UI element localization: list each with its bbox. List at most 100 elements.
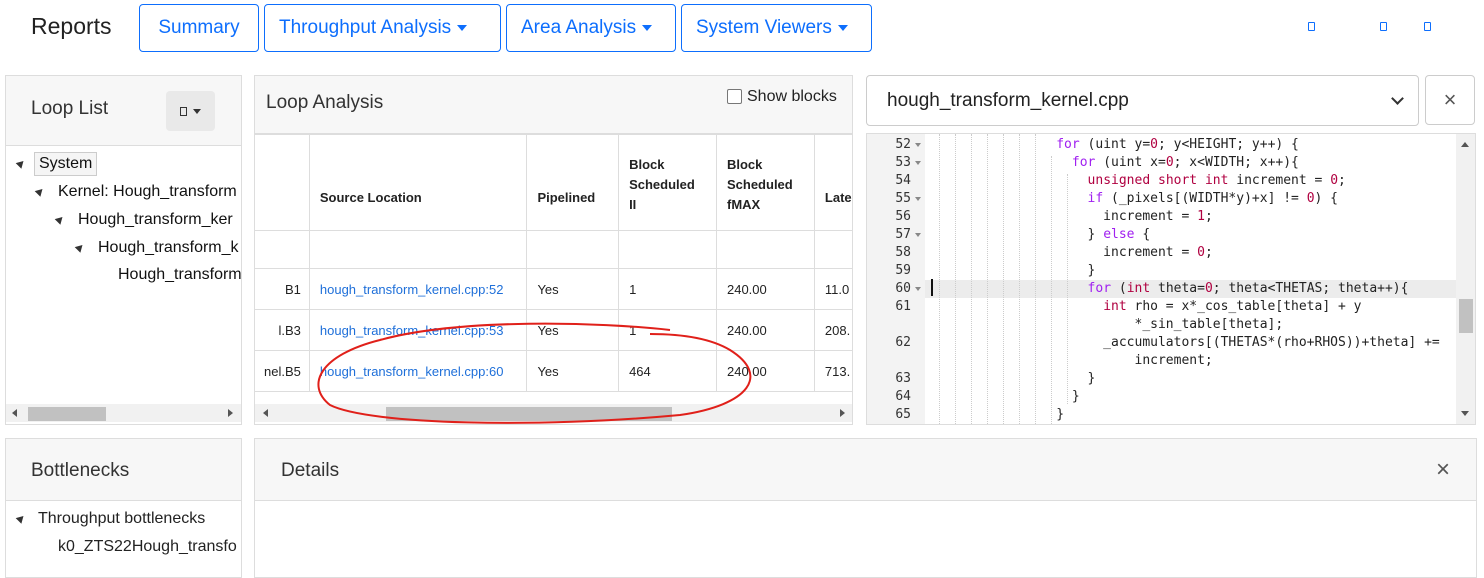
fold-icon[interactable] (915, 161, 921, 165)
editor-close-button[interactable]: × (1425, 75, 1475, 125)
line-number: 59 (895, 263, 911, 278)
fold-icon[interactable] (915, 197, 921, 201)
filter-cell (813, 230, 852, 269)
line-number: 62 (895, 335, 911, 350)
code-line-62: _accumulators[(THETAS*(rho+RHOS))+theta]… (931, 335, 1440, 350)
throughput-analysis-label: Throughput Analysis (279, 17, 452, 38)
code-line-54: unsigned short int increment = 0; (1087, 173, 1346, 188)
col-header-source[interactable]: Source Location (308, 134, 528, 231)
filter-cell (715, 230, 815, 269)
col-header-name[interactable] (255, 134, 310, 231)
throughput-analysis-dropdown[interactable]: Throughput Analysis (264, 4, 501, 52)
fold-icon[interactable] (915, 287, 921, 291)
code-line-62-wrap: increment; (931, 353, 1213, 368)
col-header-pipelined[interactable]: Pipelined (526, 134, 620, 231)
scroll-thumb[interactable] (1459, 299, 1473, 333)
layout-icon-1[interactable] (1308, 22, 1315, 31)
layout-icon-2[interactable] (1380, 22, 1387, 31)
scroll-down-icon[interactable] (1461, 411, 1469, 416)
bottlenecks-panel: Bottlenecks Throughput bottlenecks k0_ZT… (5, 438, 242, 578)
table-header-row: Source Location Pipelined Block Scheduled… (255, 134, 852, 231)
expand-icon (74, 242, 86, 253)
fold-icon[interactable] (915, 143, 921, 147)
tree-node-bottleneck-kernel[interactable]: k0_ZTS22Hough_transfo (58, 538, 237, 556)
table-row[interactable]: B1 hough_transform_kernel.cpp:52 Yes 1 2… (255, 268, 852, 310)
tree-node-loop-2[interactable]: Hough_transform_k (98, 239, 239, 257)
tree-node-loop-3[interactable]: Hough_transform (118, 266, 241, 284)
line-number: 60 (895, 281, 911, 296)
loop-list-hscrollbar[interactable] (6, 404, 241, 422)
fmax-h1: Block (726, 156, 763, 172)
scroll-up-icon[interactable] (1461, 142, 1469, 147)
col-header-fmax[interactable]: Block Scheduled fMAX (715, 134, 815, 231)
show-blocks-checkbox[interactable] (727, 89, 742, 104)
fold-icon[interactable] (915, 233, 921, 237)
tree-node-throughput-bottlenecks[interactable]: Throughput bottlenecks (38, 510, 205, 528)
line-number: 64 (895, 389, 911, 404)
filter-cell (308, 230, 528, 269)
file-select-dropdown[interactable]: hough_transform_kernel.cpp (866, 75, 1419, 126)
line-number: 53 (895, 155, 911, 170)
line-number: 55 (895, 191, 911, 206)
code-line-61: int rho = x*_cos_table[theta] + y (1103, 299, 1362, 314)
col-header-latency[interactable]: Late (813, 134, 852, 231)
source-link[interactable]: hough_transform_kernel.cpp:52 (308, 268, 528, 310)
caret-down-icon (457, 24, 468, 31)
filter-row (255, 230, 852, 269)
scroll-left-icon[interactable] (12, 409, 17, 417)
line-number: 52 (895, 137, 911, 152)
bottlenecks-header: Bottlenecks (6, 439, 241, 501)
pipelined-cell: Yes (526, 268, 620, 310)
tree-node-system[interactable]: System (34, 152, 98, 176)
layout-icon-3[interactable] (1424, 22, 1431, 31)
area-analysis-dropdown[interactable]: Area Analysis (506, 4, 676, 52)
loop-list-header: Loop List (6, 76, 241, 146)
fmax-h2: Scheduled (726, 176, 793, 192)
scroll-thumb[interactable] (28, 407, 106, 421)
details-header: Details × (255, 439, 1476, 501)
col-header-ii[interactable]: Block Scheduled II (618, 134, 717, 231)
line-number: 56 (895, 209, 911, 224)
scroll-left-icon[interactable] (263, 409, 268, 417)
tree-node-kernel[interactable]: Kernel: Hough_transform (58, 183, 237, 201)
editor-vscrollbar[interactable] (1456, 134, 1475, 424)
loop-list-title: Loop List (31, 98, 109, 119)
top-navbar: Reports Summary Throughput Analysis Area… (0, 0, 1484, 58)
caret-down-icon (837, 24, 848, 31)
summary-label: Summary (158, 17, 240, 38)
system-viewers-label: System Viewers (696, 17, 832, 38)
code-line-52: for (uint y=0; y<HEIGHT; y++) { (1056, 137, 1299, 152)
system-viewers-dropdown[interactable]: System Viewers (681, 4, 872, 52)
ii-h2: Scheduled (629, 176, 695, 192)
ii-cell: 1 (618, 268, 717, 310)
scroll-right-icon[interactable] (228, 409, 233, 417)
line-number: 54 (895, 173, 911, 188)
summary-button[interactable]: Summary (139, 4, 259, 52)
area-analysis-label: Area Analysis (521, 17, 637, 38)
code-line-65: } (931, 407, 1065, 422)
line-number: 63 (895, 371, 911, 386)
code-line-64: } (931, 389, 1080, 404)
expand-icon (34, 186, 46, 197)
loop-list-options-button[interactable] (166, 91, 215, 131)
details-close-button[interactable]: × (1436, 456, 1450, 484)
details-title: Details (281, 460, 340, 481)
line-number: 57 (895, 227, 911, 242)
ii-h1: Block (629, 156, 665, 172)
tree-node-loop-1[interactable]: Hough_transform_ker (78, 211, 233, 229)
brand-title: Reports (31, 13, 112, 39)
latency-cell: 11.0 (813, 268, 852, 310)
details-panel: Details × (254, 438, 1477, 578)
code-editor[interactable]: 52 53 54 55 56 57 58 59 60 61 62 63 64 65 for (uint y… (866, 133, 1476, 425)
code-line-60: for (int theta=0; theta<THETAS; theta++)… (1087, 281, 1409, 296)
show-blocks-label: Show blocks (747, 88, 837, 105)
code-line-61-wrap: *_sin_table[theta]; (931, 317, 1284, 332)
filter-cell (255, 230, 310, 269)
line-number: 65 (895, 407, 911, 422)
scroll-right-icon[interactable] (840, 409, 845, 417)
bottlenecks-title: Bottlenecks (31, 460, 130, 481)
loop-tree: System Kernel: Hough_transform Hough_tra… (6, 148, 241, 398)
line-number: 58 (895, 245, 911, 260)
loop-name-cell: B1 (255, 268, 310, 310)
file-select-value: hough_transform_kernel.cpp (887, 90, 1129, 111)
